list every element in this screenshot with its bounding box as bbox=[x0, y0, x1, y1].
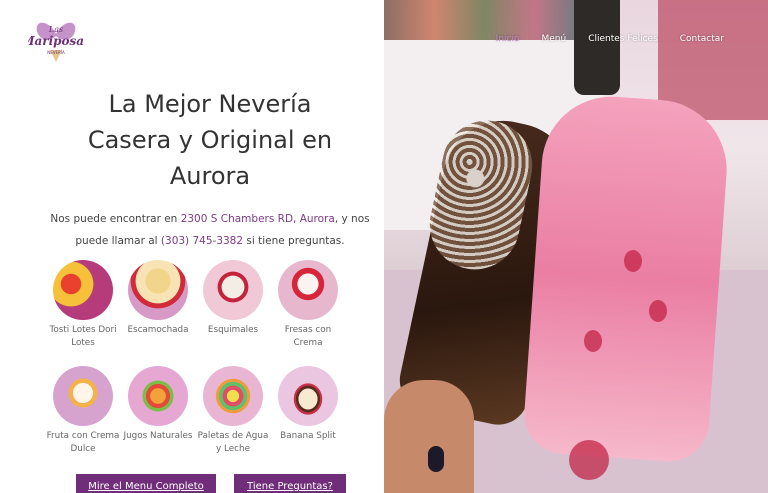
page-title: La Mejor Nevería Casera y Original en Au… bbox=[30, 86, 390, 194]
product-escamochada[interactable]: Escamochada bbox=[121, 260, 195, 337]
product-label: Paletas de Agua y Leche bbox=[197, 431, 269, 454]
strawberry-piece bbox=[584, 330, 602, 352]
hero-image: Inicio Menú Clientes Felices Contactar bbox=[384, 0, 768, 493]
product-jugos-naturales[interactable]: Jugos Naturales bbox=[121, 366, 195, 443]
left-panel: Mariposas Las NEVERÍA La Mejor Nevería C… bbox=[0, 0, 384, 493]
fresas-con-crema-image bbox=[278, 260, 338, 320]
svg-text:Las: Las bbox=[48, 25, 63, 34]
product-tosti-lotes[interactable]: Tosti Lotes Dori Lotes bbox=[46, 260, 120, 350]
title-line-3: Aurora bbox=[169, 162, 251, 190]
info-prefix: Nos puede encontrar en bbox=[50, 213, 181, 225]
tosti-lotes-image bbox=[53, 260, 113, 320]
hand bbox=[384, 380, 474, 493]
questions-button[interactable]: Tiene Preguntas? bbox=[234, 474, 346, 493]
product-label: Jugos Naturales bbox=[123, 431, 193, 441]
paletas-image bbox=[203, 366, 263, 426]
site-logo[interactable]: Mariposas Las NEVERÍA bbox=[20, 14, 91, 66]
product-esquimales[interactable]: Esquimales bbox=[196, 260, 270, 337]
product-label: Fruta con Crema Dulce bbox=[46, 431, 120, 454]
fruta-con-crema-image bbox=[53, 366, 113, 426]
product-label: Escamochada bbox=[127, 325, 189, 335]
main-nav: Inicio Menú Clientes Felices Contactar bbox=[496, 34, 724, 44]
product-banana-split[interactable]: Banana Split bbox=[271, 366, 345, 443]
product-label: Fresas con Crema bbox=[284, 325, 332, 348]
title-line-2: Casera y Original en bbox=[87, 126, 333, 154]
product-fresas-con-crema[interactable]: Fresas con Crema bbox=[271, 260, 345, 350]
product-label: Tosti Lotes Dori Lotes bbox=[49, 325, 117, 348]
contact-info: Nos puede encontrar en 2300 S Chambers R… bbox=[40, 208, 380, 252]
banana-split-image bbox=[278, 366, 338, 426]
product-label: Esquimales bbox=[207, 325, 259, 335]
product-paletas[interactable]: Paletas de Agua y Leche bbox=[196, 366, 270, 456]
background-person bbox=[574, 0, 620, 95]
escamochada-image bbox=[128, 260, 188, 320]
strawberry-piece bbox=[569, 440, 609, 480]
nav-menu[interactable]: Menú bbox=[542, 34, 567, 44]
strawberry-popsicle bbox=[521, 91, 732, 465]
esquimales-image bbox=[203, 260, 263, 320]
nav-clientes-felices[interactable]: Clientes Felices bbox=[588, 34, 658, 44]
product-fruta-con-crema[interactable]: Fruta con Crema Dulce bbox=[46, 366, 120, 456]
address-link[interactable]: 2300 S Chambers RD, Aurora bbox=[181, 213, 335, 225]
svg-text:Mariposas: Mariposas bbox=[28, 34, 84, 48]
nav-contactar[interactable]: Contactar bbox=[680, 34, 724, 44]
nav-inicio[interactable]: Inicio bbox=[496, 34, 520, 44]
product-label: Banana Split bbox=[280, 431, 336, 441]
full-menu-button[interactable]: Mire el Menu Completo bbox=[76, 474, 216, 493]
strawberry-piece bbox=[649, 300, 667, 322]
phone-link[interactable]: (303) 745-3382 bbox=[161, 235, 243, 247]
title-line-1: La Mejor Nevería bbox=[108, 90, 312, 118]
jugos-naturales-image bbox=[128, 366, 188, 426]
info-suffix: si tiene preguntas. bbox=[243, 235, 345, 247]
svg-text:NEVERÍA: NEVERÍA bbox=[47, 50, 65, 55]
butterfly-logo-icon: Mariposas Las NEVERÍA bbox=[20, 22, 91, 62]
strawberry-piece bbox=[624, 250, 642, 272]
fingernail bbox=[428, 446, 444, 472]
